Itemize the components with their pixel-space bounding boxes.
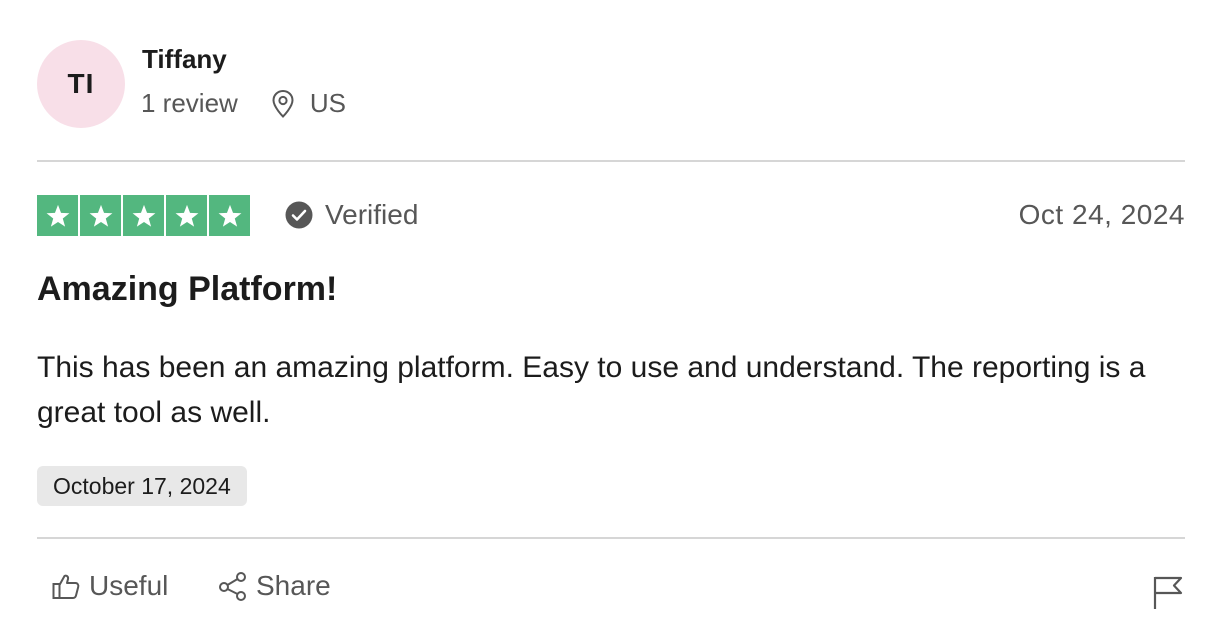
star-rating: [37, 195, 250, 236]
verified-label: Verified: [325, 199, 419, 230]
star-icon: [80, 195, 121, 236]
star-icon: [209, 195, 250, 236]
share-button[interactable]: Share: [218, 570, 331, 602]
thumbs-up-icon: [52, 574, 80, 599]
location-pin-icon: [272, 89, 294, 118]
experience-date-badge: October 17, 2024: [37, 466, 247, 506]
star-icon: [37, 195, 78, 236]
review-card: TI Tiffany 1 review US Verified Oct 24, …: [37, 0, 1185, 639]
review-count: 1 review: [141, 88, 238, 118]
flag-icon[interactable]: [1151, 574, 1185, 610]
verified-check-icon: [285, 201, 313, 229]
verified-badge[interactable]: Verified: [285, 199, 418, 231]
useful-button[interactable]: Useful: [51, 570, 168, 602]
divider: [37, 537, 1185, 539]
avatar[interactable]: TI: [37, 40, 125, 128]
reviewer-header: TI Tiffany 1 review US: [37, 40, 1185, 130]
useful-label: Useful: [89, 570, 169, 601]
reviewer-name[interactable]: Tiffany: [142, 44, 227, 75]
reviewer-meta: 1 review US: [141, 88, 346, 119]
share-icon: [219, 572, 246, 601]
share-label: Share: [256, 570, 331, 601]
review-date: Oct 24, 2024: [1018, 199, 1185, 230]
review-body: This has been an amazing platform. Easy …: [37, 351, 1146, 429]
star-icon: [123, 195, 164, 236]
divider: [37, 160, 1185, 162]
review-actions: Useful Share: [37, 570, 1185, 614]
avatar-initials: TI: [67, 68, 95, 99]
star-icon: [166, 195, 207, 236]
review-title[interactable]: Amazing Platform!: [37, 270, 337, 309]
rating-row: Verified Oct 24, 2024: [37, 195, 1185, 237]
reviewer-location: US: [309, 88, 346, 118]
